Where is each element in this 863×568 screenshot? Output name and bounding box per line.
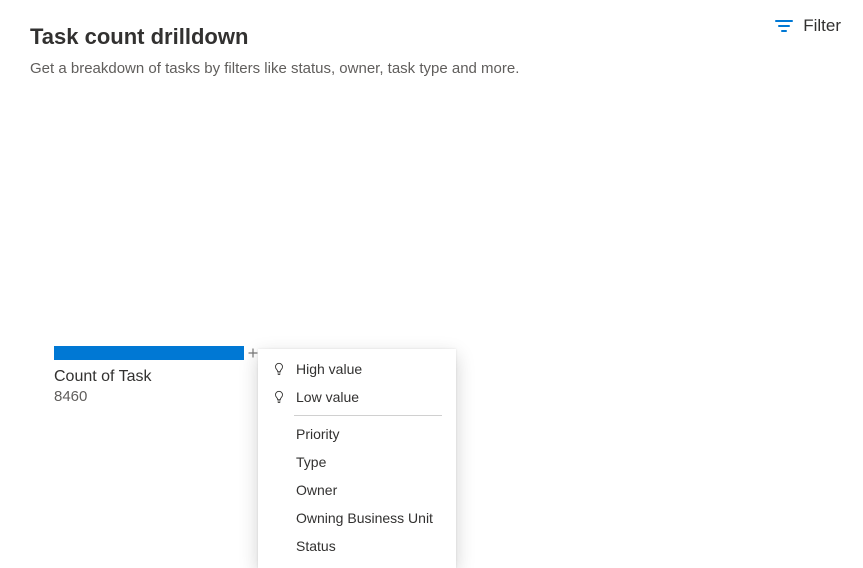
menu-item-type[interactable]: Type [258, 448, 456, 476]
menu-item-priority[interactable]: Priority [258, 420, 456, 448]
menu-item-low-value[interactable]: Low value [258, 383, 456, 411]
page-header: Task count drilldown Get a breakdown of … [0, 0, 863, 77]
menu-item-label: Owner [296, 482, 337, 498]
lightbulb-icon [272, 362, 286, 376]
menu-item-label: Priority [296, 426, 340, 442]
chart-area: Count of Task 8460 [54, 346, 260, 405]
menu-item-label: Status [296, 538, 336, 554]
lightbulb-icon [272, 390, 286, 404]
filter-button[interactable]: Filter [769, 12, 847, 40]
menu-item-label: Type [296, 454, 326, 470]
bar-value: 8460 [54, 388, 260, 405]
count-of-task-bar[interactable] [54, 346, 244, 360]
menu-separator [294, 415, 442, 416]
filter-label: Filter [803, 16, 841, 36]
bar-label: Count of Task [54, 368, 260, 386]
menu-item-status[interactable]: Status [258, 532, 456, 560]
menu-item-label: Owning Business Unit [296, 510, 433, 526]
filter-icon [775, 20, 793, 32]
page-subtitle: Get a breakdown of tasks by filters like… [30, 60, 833, 77]
menu-item-high-value[interactable]: High value [258, 355, 456, 383]
menu-item-label: High value [296, 361, 362, 377]
plus-icon [248, 348, 258, 358]
page-title: Task count drilldown [30, 24, 833, 50]
menu-item-owning-business-unit[interactable]: Owning Business Unit [258, 504, 456, 532]
menu-item-owner[interactable]: Owner [258, 476, 456, 504]
drilldown-menu: High value Low value Priority Type Owner… [258, 349, 456, 568]
menu-item-label: Low value [296, 389, 359, 405]
bar-row [54, 346, 260, 360]
